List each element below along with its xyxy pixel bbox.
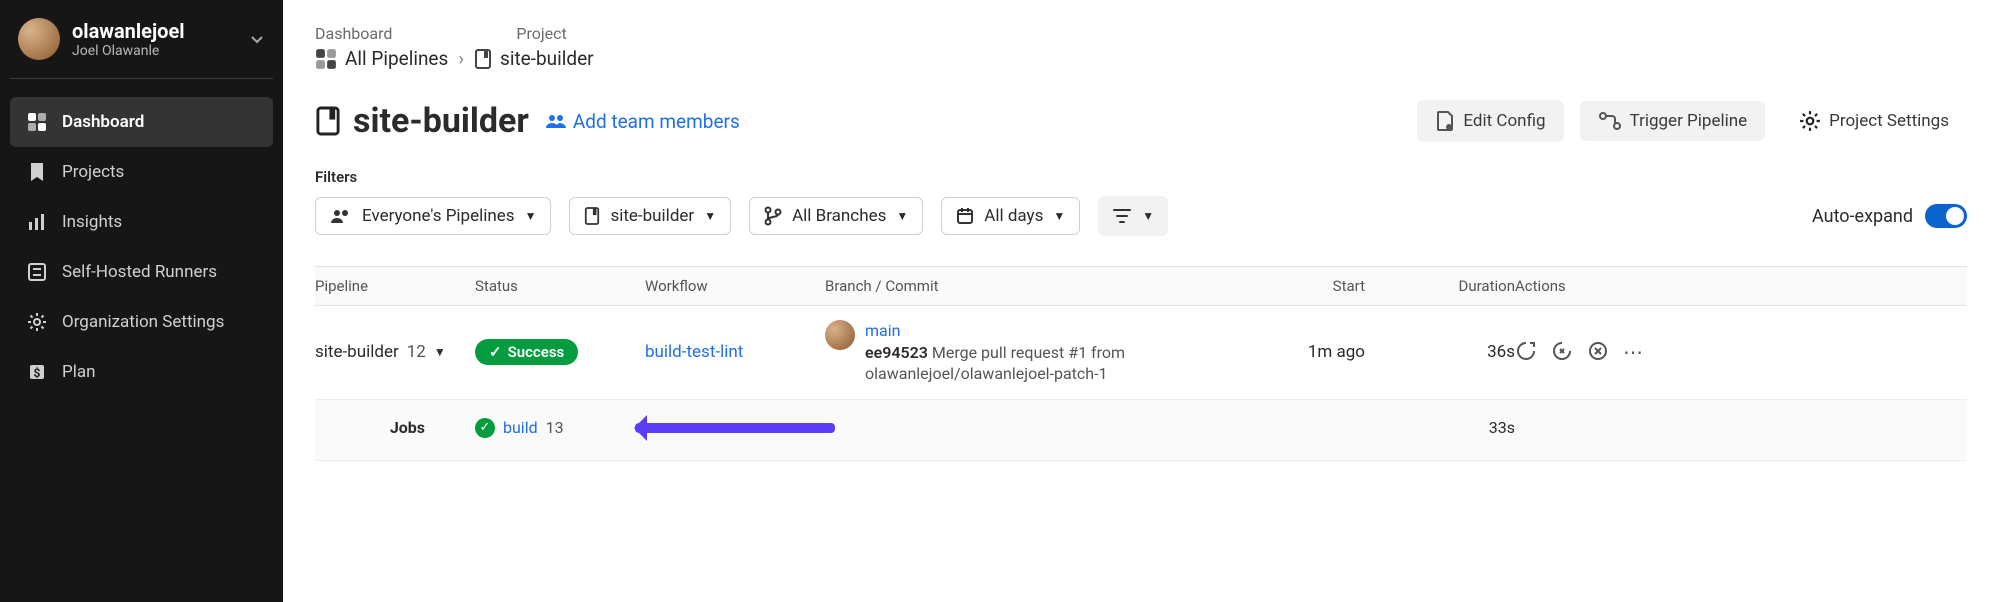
server-icon xyxy=(26,261,48,283)
caret-down-icon: ▼ xyxy=(1142,209,1154,223)
bookmark-icon xyxy=(315,106,341,136)
avatar xyxy=(18,18,60,60)
col-status: Status xyxy=(475,277,645,295)
filter-more[interactable]: ▼ xyxy=(1098,196,1168,236)
bookmark-icon xyxy=(474,49,492,69)
bookmark-icon xyxy=(584,207,600,225)
col-branch: Branch / Commit xyxy=(825,277,1205,295)
filter-project[interactable]: site-builder ▼ xyxy=(569,197,731,235)
sidebar-item-label: Self-Hosted Runners xyxy=(62,262,217,282)
rerun-icon[interactable] xyxy=(1515,340,1537,364)
branch-link[interactable]: main xyxy=(865,321,900,340)
sidebar-item-org-settings[interactable]: Organization Settings xyxy=(10,297,273,347)
avatar xyxy=(825,320,855,350)
user-switcher[interactable]: olawanlejoel Joel Olawanle xyxy=(10,18,273,79)
arrow-annotation xyxy=(635,423,835,433)
breadcrumb: All Pipelines › site-builder xyxy=(315,47,1967,70)
sidebar-item-projects[interactable]: Projects xyxy=(10,147,273,197)
table-row: site-builder 12 ▼ ✓ Success build-test-l… xyxy=(315,306,1967,400)
filter-branches[interactable]: All Branches ▼ xyxy=(749,197,923,235)
check-circle-icon: ✓ xyxy=(475,418,495,438)
bookmark-icon xyxy=(26,161,48,183)
gear-icon xyxy=(26,311,48,333)
auto-expand-label: Auto-expand xyxy=(1812,206,1913,227)
auto-expand-toggle[interactable] xyxy=(1925,204,1967,228)
page-title: site-builder xyxy=(315,101,529,141)
commit-hash[interactable]: ee94523 xyxy=(865,343,928,362)
col-workflow: Workflow xyxy=(645,277,825,295)
sidebar-item-insights[interactable]: Insights xyxy=(10,197,273,247)
filter-icon xyxy=(1112,206,1132,226)
add-team-link[interactable]: Add team members xyxy=(545,110,740,133)
col-actions: Actions xyxy=(1515,277,1675,295)
sidebar-item-runners[interactable]: Self-Hosted Runners xyxy=(10,247,273,297)
duration: 36s xyxy=(1385,342,1515,362)
pipelines-table: Pipeline Status Workflow Branch / Commit… xyxy=(315,266,1967,461)
col-start: Start xyxy=(1205,277,1385,295)
chart-icon xyxy=(26,211,48,233)
pipeline-cell[interactable]: site-builder 12 ▼ xyxy=(315,342,475,362)
trigger-pipeline-button[interactable]: Trigger Pipeline xyxy=(1580,101,1766,141)
status-badge: ✓ Success xyxy=(475,339,578,365)
col-pipeline: Pipeline xyxy=(315,277,475,295)
sidebar: olawanlejoel Joel Olawanle Dashboard Pro… xyxy=(0,0,283,602)
cancel-icon[interactable] xyxy=(1587,340,1609,364)
realname: Joel Olawanle xyxy=(72,43,237,59)
workflow-link[interactable]: build-test-lint xyxy=(645,342,743,362)
caret-down-icon: ▼ xyxy=(704,209,716,223)
username: olawanlejoel xyxy=(72,19,237,43)
filters-label: Filters xyxy=(315,168,1967,186)
col-duration: Duration xyxy=(1385,277,1515,295)
sidebar-item-label: Organization Settings xyxy=(62,312,224,332)
rerun-failed-icon[interactable] xyxy=(1551,340,1573,364)
sidebar-item-label: Dashboard xyxy=(62,112,144,132)
people-icon xyxy=(545,113,567,129)
filter-days[interactable]: All days ▼ xyxy=(941,197,1080,235)
branch-icon xyxy=(764,206,782,226)
breadcrumb-labels: Dashboard Project xyxy=(315,24,1967,43)
check-circle-icon: ✓ xyxy=(489,343,502,361)
dollar-icon: $ xyxy=(26,361,48,383)
edit-config-button[interactable]: Edit Config xyxy=(1417,100,1563,142)
jobs-row: Jobs ✓ build 13 33s xyxy=(315,400,1967,461)
sidebar-item-plan[interactable]: $ Plan xyxy=(10,347,273,397)
dashboard-icon xyxy=(26,111,48,133)
caret-down-icon: ▼ xyxy=(1053,209,1065,223)
calendar-icon xyxy=(956,207,974,225)
svg-text:$: $ xyxy=(34,366,41,380)
sidebar-item-dashboard[interactable]: Dashboard xyxy=(10,97,273,147)
job-link[interactable]: ✓ build 13 xyxy=(475,418,645,438)
chevron-down-icon xyxy=(249,31,265,47)
sidebar-item-label: Plan xyxy=(62,362,96,382)
sidebar-item-label: Insights xyxy=(62,212,122,232)
start-time: 1m ago xyxy=(1205,342,1385,362)
sidebar-item-label: Projects xyxy=(62,162,124,182)
more-icon[interactable]: ⋯ xyxy=(1623,340,1645,364)
grid-icon xyxy=(315,48,337,70)
jobs-label: Jobs xyxy=(315,418,475,437)
file-gear-icon xyxy=(1435,110,1455,132)
pipeline-icon xyxy=(1598,111,1622,131)
main: Dashboard Project All Pipelines › site-b… xyxy=(283,0,1999,602)
people-icon xyxy=(330,208,352,224)
caret-down-icon: ▼ xyxy=(434,345,446,359)
breadcrumb-project[interactable]: site-builder xyxy=(474,47,594,70)
caret-down-icon: ▼ xyxy=(525,209,537,223)
gear-icon xyxy=(1799,110,1821,132)
chevron-right-icon: › xyxy=(458,47,464,70)
job-duration: 33s xyxy=(1385,418,1515,437)
project-settings-button[interactable]: Project Settings xyxy=(1781,100,1967,142)
caret-down-icon: ▼ xyxy=(896,209,908,223)
filter-pipelines[interactable]: Everyone's Pipelines ▼ xyxy=(315,197,551,235)
breadcrumb-all-pipelines[interactable]: All Pipelines xyxy=(315,47,448,70)
